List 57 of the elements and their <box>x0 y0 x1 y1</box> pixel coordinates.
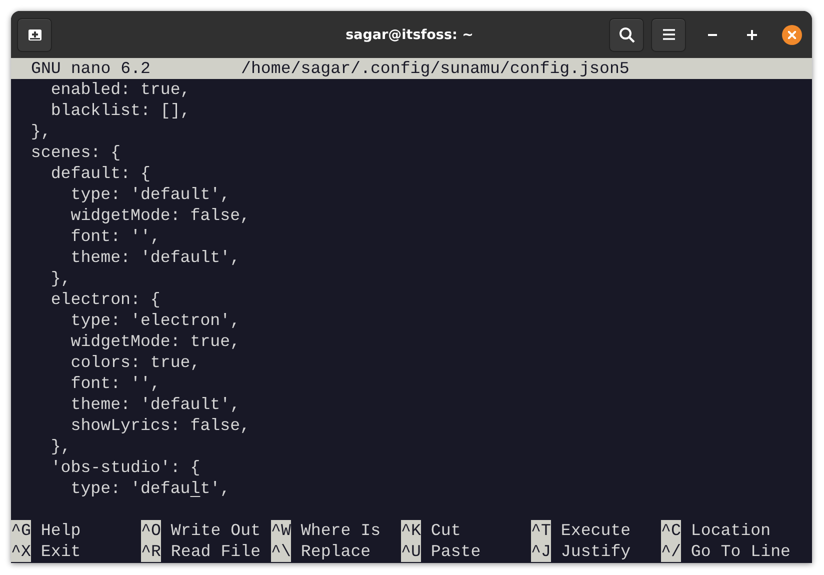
code-line: type: 'default', <box>70 184 232 205</box>
shortcut-key: ^G <box>11 520 31 541</box>
file-path: /home/sagar/.config/sunamu/config.json5 <box>241 58 630 79</box>
new-tab-icon <box>28 28 42 40</box>
code-line: font: '', <box>70 373 162 394</box>
code-line: widgetMode: false, <box>70 205 251 226</box>
shortcut-key: ^U <box>401 541 421 562</box>
shortcut-key: ^\ <box>271 541 291 562</box>
code-line: scenes: { <box>30 142 122 163</box>
new-tab-button[interactable] <box>17 18 52 52</box>
code-line: enabled: true, <box>50 79 192 100</box>
code-line: }, <box>30 121 52 142</box>
menu-icon <box>662 29 674 40</box>
code-line: 'obs-studio': { <box>50 457 202 478</box>
shortcut-key: ^/ <box>661 541 681 562</box>
menu-button[interactable] <box>651 18 686 52</box>
code-line: showLyrics: false, <box>70 415 251 436</box>
shortcut-label: Location <box>690 520 771 541</box>
shortcut-key: ^K <box>401 520 421 541</box>
shortcut-label: Replace <box>300 541 371 562</box>
window-title: sagar@itsfoss: ~ <box>346 26 474 42</box>
shortcut-label: Execute <box>560 520 631 541</box>
close-button[interactable] <box>782 24 802 44</box>
close-icon <box>788 30 796 38</box>
search-button[interactable] <box>609 18 644 52</box>
shortcut-label: Read File <box>170 541 261 562</box>
shortcut-label: Paste <box>430 541 481 562</box>
search-icon <box>618 26 634 42</box>
code-line: default: { <box>50 163 152 184</box>
code-line: theme: 'default', <box>70 247 242 268</box>
shortcut-key: ^C <box>661 520 681 541</box>
code-line: type: 'default', <box>70 478 232 499</box>
code-line: theme: 'default', <box>70 394 242 415</box>
shortcut-label: Where Is <box>300 520 381 541</box>
shortcut-label: Justify <box>560 541 631 562</box>
code-line: electron: { <box>50 289 162 310</box>
minimize-icon <box>708 34 716 36</box>
code-line: }, <box>50 268 72 289</box>
code-line: colors: true, <box>70 352 202 373</box>
code-line: }, <box>50 436 72 457</box>
shortcut-label: Help <box>40 520 81 541</box>
shortcut-key: ^W <box>271 520 291 541</box>
shortcut-label: Go To Line <box>690 541 791 562</box>
code-line: font: '', <box>70 226 162 247</box>
shortcut-key: ^J <box>531 541 551 562</box>
nano-version: GNU nano 6.2 <box>31 58 152 79</box>
shortcut-label: Write Out <box>170 520 261 541</box>
shortcut-key: ^X <box>11 541 31 562</box>
shortcut-key: ^T <box>531 520 551 541</box>
shortcut-key: ^O <box>141 520 161 541</box>
code-line: widgetMode: true, <box>70 331 242 352</box>
plus-icon <box>747 30 757 40</box>
code-line: blacklist: [], <box>50 100 192 121</box>
code-line: type: 'electron', <box>70 310 242 331</box>
shortcut-label: Exit <box>40 541 81 562</box>
shortcut-label: Cut <box>430 520 461 541</box>
shortcut-key: ^R <box>141 541 161 562</box>
